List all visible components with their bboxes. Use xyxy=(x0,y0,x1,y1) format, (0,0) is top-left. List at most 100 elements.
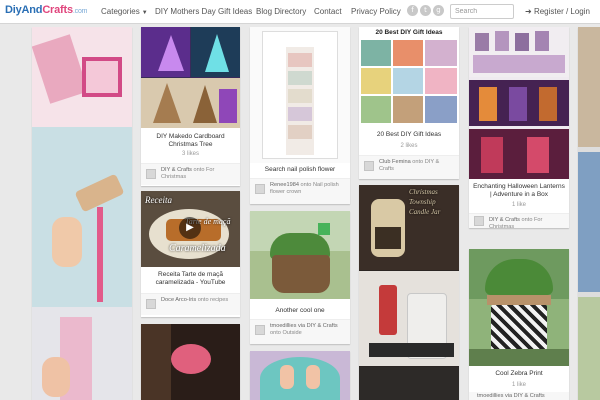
pin-image[interactable]: Christmas Township Candle Jar xyxy=(359,185,459,400)
step-photo xyxy=(288,107,312,121)
paper-cutout xyxy=(369,343,454,357)
avatar xyxy=(146,299,156,309)
pin-card[interactable]: Enchanting Halloween Lanterns | Adventur… xyxy=(469,27,569,228)
pin-image[interactable] xyxy=(469,249,569,366)
crochet-rug xyxy=(260,357,340,400)
pin-likes: 3 likes xyxy=(181,151,199,157)
jar xyxy=(535,31,549,51)
pin-card[interactable]: DIY Makedo Cardboard Christmas Tree 3 li… xyxy=(141,27,240,186)
pot-rim xyxy=(487,295,551,305)
pin-image[interactable] xyxy=(141,324,240,400)
nav-blog-directory[interactable]: Blog Directory xyxy=(256,7,306,16)
pin-card[interactable]: Christmas Township Candle Jar xyxy=(359,185,459,400)
nav-mothers-day[interactable]: DIY Mothers Day Gift Ideas xyxy=(155,7,252,16)
pin-image[interactable] xyxy=(32,27,132,400)
image-overlay-text: Christmas Township Candle Jar xyxy=(409,188,441,216)
hair xyxy=(141,324,171,400)
pin-card[interactable]: Receita Tarte de maçã Caramelizada ▶ Rec… xyxy=(141,191,240,317)
avatar xyxy=(364,161,374,171)
gift-box xyxy=(82,57,122,97)
nav-categories[interactable]: Categories ▼ xyxy=(101,7,148,16)
jar-bottom xyxy=(359,367,459,400)
pin-card[interactable] xyxy=(250,351,350,400)
pin-title[interactable]: Search nail polish flower xyxy=(254,166,346,174)
pin-image[interactable] xyxy=(250,27,350,163)
pin-title[interactable]: Another cool one xyxy=(254,307,346,315)
pin-title[interactable]: DIY Makedo Cardboard Christmas Tree xyxy=(145,133,236,149)
pin-attribution[interactable]: tmoedillies via DIY & Crafts onto Outsid… xyxy=(250,319,350,344)
video-overlay-text: Receita xyxy=(145,195,172,205)
pin-card[interactable]: Cool Zebra Print 1 like tmoedillies via … xyxy=(469,249,569,400)
pin-image[interactable] xyxy=(250,211,350,299)
facebook-icon[interactable]: f xyxy=(407,5,418,16)
spray-can xyxy=(379,285,397,335)
pin-card[interactable]: 20 Best DIY Gift Ideas 20 Best DIY Gift … xyxy=(359,27,459,179)
hand-2 xyxy=(42,357,70,397)
pin-likes: 2 likes xyxy=(400,143,418,149)
pin-attribution[interactable]: Doce Arco-íris onto recipes xyxy=(141,293,240,315)
avatar xyxy=(146,169,156,179)
hand xyxy=(52,217,82,267)
ribbon xyxy=(97,207,103,302)
grid-photo xyxy=(361,68,391,94)
tree-shape xyxy=(153,83,181,123)
step-photo xyxy=(288,89,312,103)
pin-card-partial[interactable] xyxy=(578,27,600,400)
nav-contact[interactable]: Contact xyxy=(314,7,342,16)
lantern xyxy=(481,137,503,173)
grid-photo xyxy=(393,40,423,66)
pin-image[interactable] xyxy=(250,351,350,400)
ground xyxy=(469,349,569,366)
jars-row xyxy=(473,55,565,73)
pin-image[interactable] xyxy=(578,27,600,400)
flower-clip xyxy=(171,344,211,374)
step-photo xyxy=(288,71,312,85)
pin-likes: 1 like xyxy=(511,202,526,208)
grid-photo xyxy=(361,96,391,123)
chevron-down-icon: ▼ xyxy=(141,10,148,16)
pin-attribution[interactable]: DIY & Crafts onto For Christmas xyxy=(141,163,240,185)
lace-photo xyxy=(32,127,132,307)
plant-tag xyxy=(318,223,330,235)
top-navbar: DiyAndCrafts.com Categories ▼ DIY Mothers… xyxy=(0,0,600,24)
pin-likes: 1 like xyxy=(511,382,526,388)
baby-foot xyxy=(280,365,294,389)
pin-card[interactable] xyxy=(32,27,132,400)
pin-attribution[interactable]: Club Femina onto DIY & Crafts xyxy=(359,155,459,179)
pin-image[interactable] xyxy=(469,27,569,179)
tree-shape xyxy=(158,35,184,71)
pin-attribution[interactable]: DIY & Crafts onto For Christmas xyxy=(469,213,569,228)
step-photo xyxy=(288,53,312,67)
pin-attribution[interactable]: tmoedillies via DIY & Crafts xyxy=(469,392,569,400)
pin-title[interactable]: Enchanting Halloween Lanterns | Adventur… xyxy=(473,183,565,199)
pin-card[interactable] xyxy=(141,324,240,400)
grid-photo xyxy=(425,40,457,66)
site-logo[interactable]: DiyAndCrafts.com xyxy=(5,4,87,16)
jar xyxy=(475,33,489,51)
pin-card[interactable]: Search nail polish flower Renee1984 onto… xyxy=(250,27,350,204)
pin-image[interactable]: 20 Best DIY Gift Ideas xyxy=(359,27,459,125)
register-login-link[interactable]: ➜ Register / Login xyxy=(525,7,590,16)
tree-photo-small xyxy=(219,89,237,123)
pin-image[interactable] xyxy=(141,27,240,128)
baby-foot xyxy=(306,365,320,389)
lantern xyxy=(479,87,497,121)
pin-attribution[interactable]: Renee1984 onto Nail polish flower crown xyxy=(250,178,350,204)
pin-title[interactable]: 20 Best DIY Gift Ideas xyxy=(363,131,455,139)
twitter-icon[interactable]: t xyxy=(420,5,431,16)
image-heading: 20 Best DIY Gift Ideas xyxy=(375,29,443,36)
gplus-icon[interactable]: g xyxy=(433,5,444,16)
login-icon: ➜ xyxy=(525,7,532,16)
play-icon[interactable]: ▶ xyxy=(179,217,201,239)
pin-title[interactable]: Receita Tarte de maçã caramelizada - You… xyxy=(145,271,236,287)
search-input[interactable] xyxy=(450,4,514,19)
pin-card[interactable]: Another cool one tmoedillies via DIY & C… xyxy=(250,211,350,344)
jar xyxy=(495,31,509,51)
grid-photo xyxy=(393,96,423,123)
partial-photo xyxy=(578,27,600,147)
leopard-pot xyxy=(272,255,330,293)
pin-image[interactable]: Receita Tarte de maçã Caramelizada ▶ xyxy=(141,191,240,267)
pin-title[interactable]: Cool Zebra Print xyxy=(473,370,565,378)
nav-privacy[interactable]: Privacy Policy xyxy=(351,7,401,16)
avatar xyxy=(255,325,265,335)
